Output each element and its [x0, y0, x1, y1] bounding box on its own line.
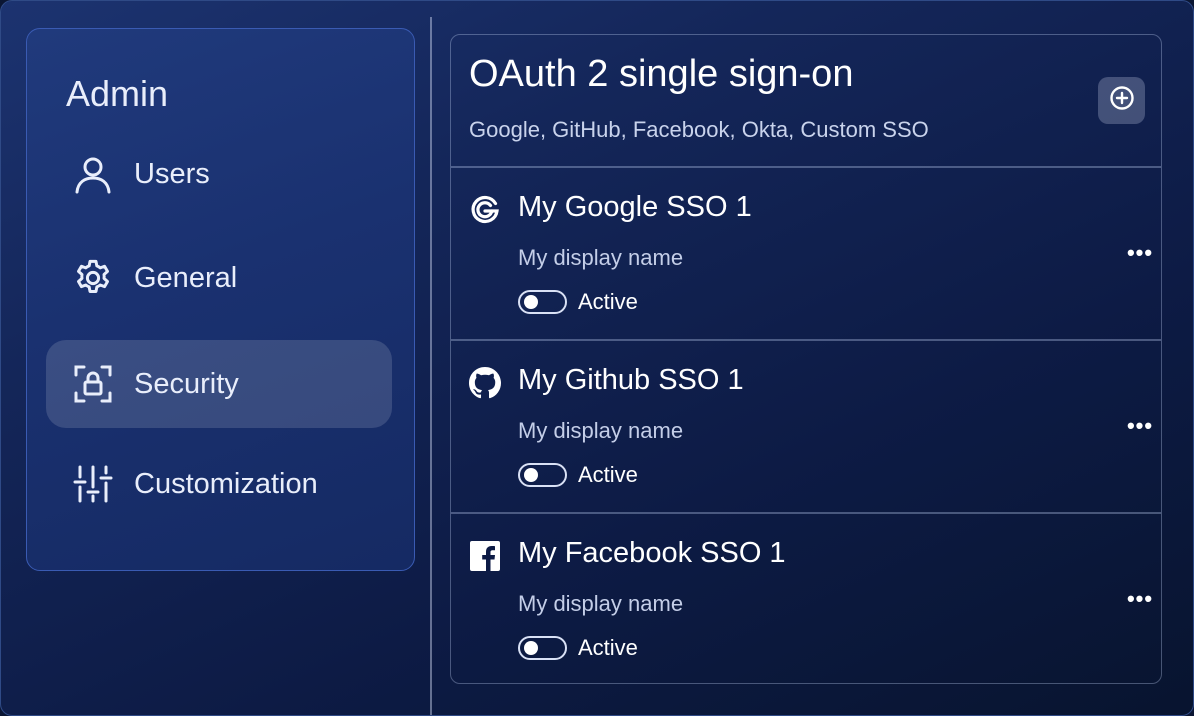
sidebar-item-label: General: [134, 261, 238, 294]
active-toggle[interactable]: [518, 636, 567, 660]
sidebar-item-customization[interactable]: Customization: [46, 440, 392, 528]
sidebar: Admin Users General Security Customizati…: [26, 28, 415, 571]
active-toggle[interactable]: [518, 290, 567, 314]
shield-lock-icon: [72, 363, 114, 405]
more-options-button[interactable]: •••: [1125, 238, 1155, 268]
add-sso-button[interactable]: [1098, 77, 1145, 124]
github-icon: [469, 367, 501, 399]
toggle-knob: [524, 641, 538, 655]
plus-circle-icon: [1109, 85, 1135, 116]
oauth-sso-panel: OAuth 2 single sign-on Google, GitHub, F…: [450, 34, 1162, 684]
page-title: OAuth 2 single sign-on: [469, 53, 854, 95]
sso-display-name: My display name: [518, 245, 684, 270]
more-options-button[interactable]: •••: [1125, 584, 1155, 614]
sidebar-item-general[interactable]: General: [46, 234, 392, 322]
vertical-divider: [430, 17, 432, 715]
toggle-label: Active: [578, 635, 638, 660]
sidebar-item-label: Security: [134, 367, 239, 400]
sidebar-item-security[interactable]: Security: [46, 340, 392, 428]
toggle-knob: [524, 295, 538, 309]
facebook-icon: [469, 540, 501, 572]
sidebar-title: Admin: [66, 73, 169, 114]
sso-item-github: My Github SSO 1 My display name Active •…: [451, 340, 1161, 512]
sso-display-name: My display name: [518, 591, 684, 616]
user-icon: [72, 153, 114, 195]
toggle-knob: [524, 468, 538, 482]
sso-name: My Github SSO 1: [518, 364, 744, 396]
sliders-icon: [72, 463, 114, 505]
sso-item-google: My Google SSO 1 My display name Active •…: [451, 167, 1161, 339]
sidebar-item-label: Users: [134, 157, 210, 190]
toggle-label: Active: [578, 289, 638, 314]
more-horizontal-icon: •••: [1126, 586, 1154, 611]
active-toggle[interactable]: [518, 463, 567, 487]
more-options-button[interactable]: •••: [1125, 411, 1155, 441]
sso-item-facebook: My Facebook SSO 1 My display name Active…: [451, 513, 1161, 685]
sso-display-name: My display name: [518, 418, 684, 443]
toggle-label: Active: [578, 462, 638, 487]
sidebar-item-users[interactable]: Users: [46, 130, 392, 218]
gear-icon: [72, 257, 114, 299]
sidebar-item-label: Customization: [134, 467, 318, 500]
admin-window: Admin Users General Security Customizati…: [0, 0, 1194, 716]
more-horizontal-icon: •••: [1126, 240, 1154, 265]
google-icon: [469, 194, 501, 226]
sso-name: My Google SSO 1: [518, 191, 752, 223]
sso-name: My Facebook SSO 1: [518, 537, 786, 569]
more-horizontal-icon: •••: [1126, 413, 1154, 438]
page-subtitle: Google, GitHub, Facebook, Okta, Custom S…: [469, 117, 929, 142]
